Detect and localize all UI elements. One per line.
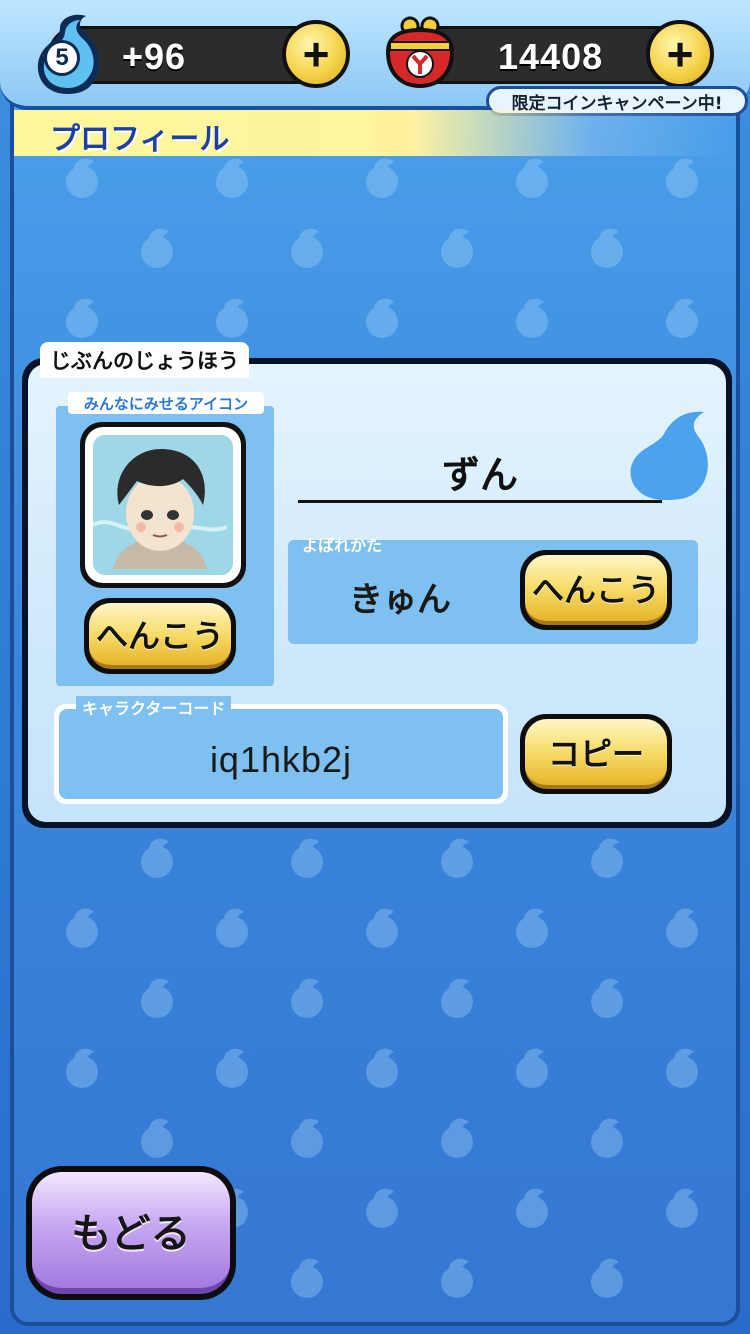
change-call-name-button[interactable]: へんこう [520, 550, 672, 630]
character-code-value: iq1hkb2j [209, 739, 353, 780]
add-stamina-button[interactable]: + [282, 20, 350, 88]
change-icon-button-label: へんこう [89, 603, 231, 669]
copy-button-label: コピー [525, 719, 667, 789]
stamina-level-badge: 5 [44, 40, 80, 76]
avatar-portrait-icon [93, 435, 228, 569]
plus-icon: + [666, 28, 694, 80]
copy-button[interactable]: コピー [520, 714, 672, 794]
coin-purse-icon [385, 16, 455, 89]
call-name-label: よばれかた [302, 536, 383, 555]
avatar-image [93, 435, 233, 575]
add-coins-button[interactable]: + [646, 20, 714, 88]
icon-section-label: みんなにみせるアイコン [68, 392, 264, 414]
coin-count: 14408 [498, 36, 604, 77]
back-button-label: もどる [32, 1172, 230, 1294]
username-underline [298, 500, 662, 503]
screen: 5 +96 + 14408 + 限定コインキャンペーン中! プロフィール じぶん… [0, 0, 750, 1334]
avatar-frame [85, 427, 241, 583]
profile-section-title: じぶんのじょうほう [40, 342, 249, 378]
change-call-name-button-label: へんこう [525, 555, 667, 625]
call-name-value: きゅん [349, 579, 451, 620]
change-icon-button[interactable]: へんこう [84, 598, 236, 674]
stamina-bonus-value: +96 [122, 36, 187, 77]
username: ずん [441, 452, 518, 497]
page-title: プロフィール [50, 122, 230, 157]
avatar[interactable] [80, 422, 246, 588]
character-code-label: キャラクターコード [76, 696, 232, 718]
flame-decoration-icon [630, 411, 708, 500]
plus-icon: + [302, 28, 330, 80]
back-button[interactable]: もどる [26, 1166, 236, 1300]
